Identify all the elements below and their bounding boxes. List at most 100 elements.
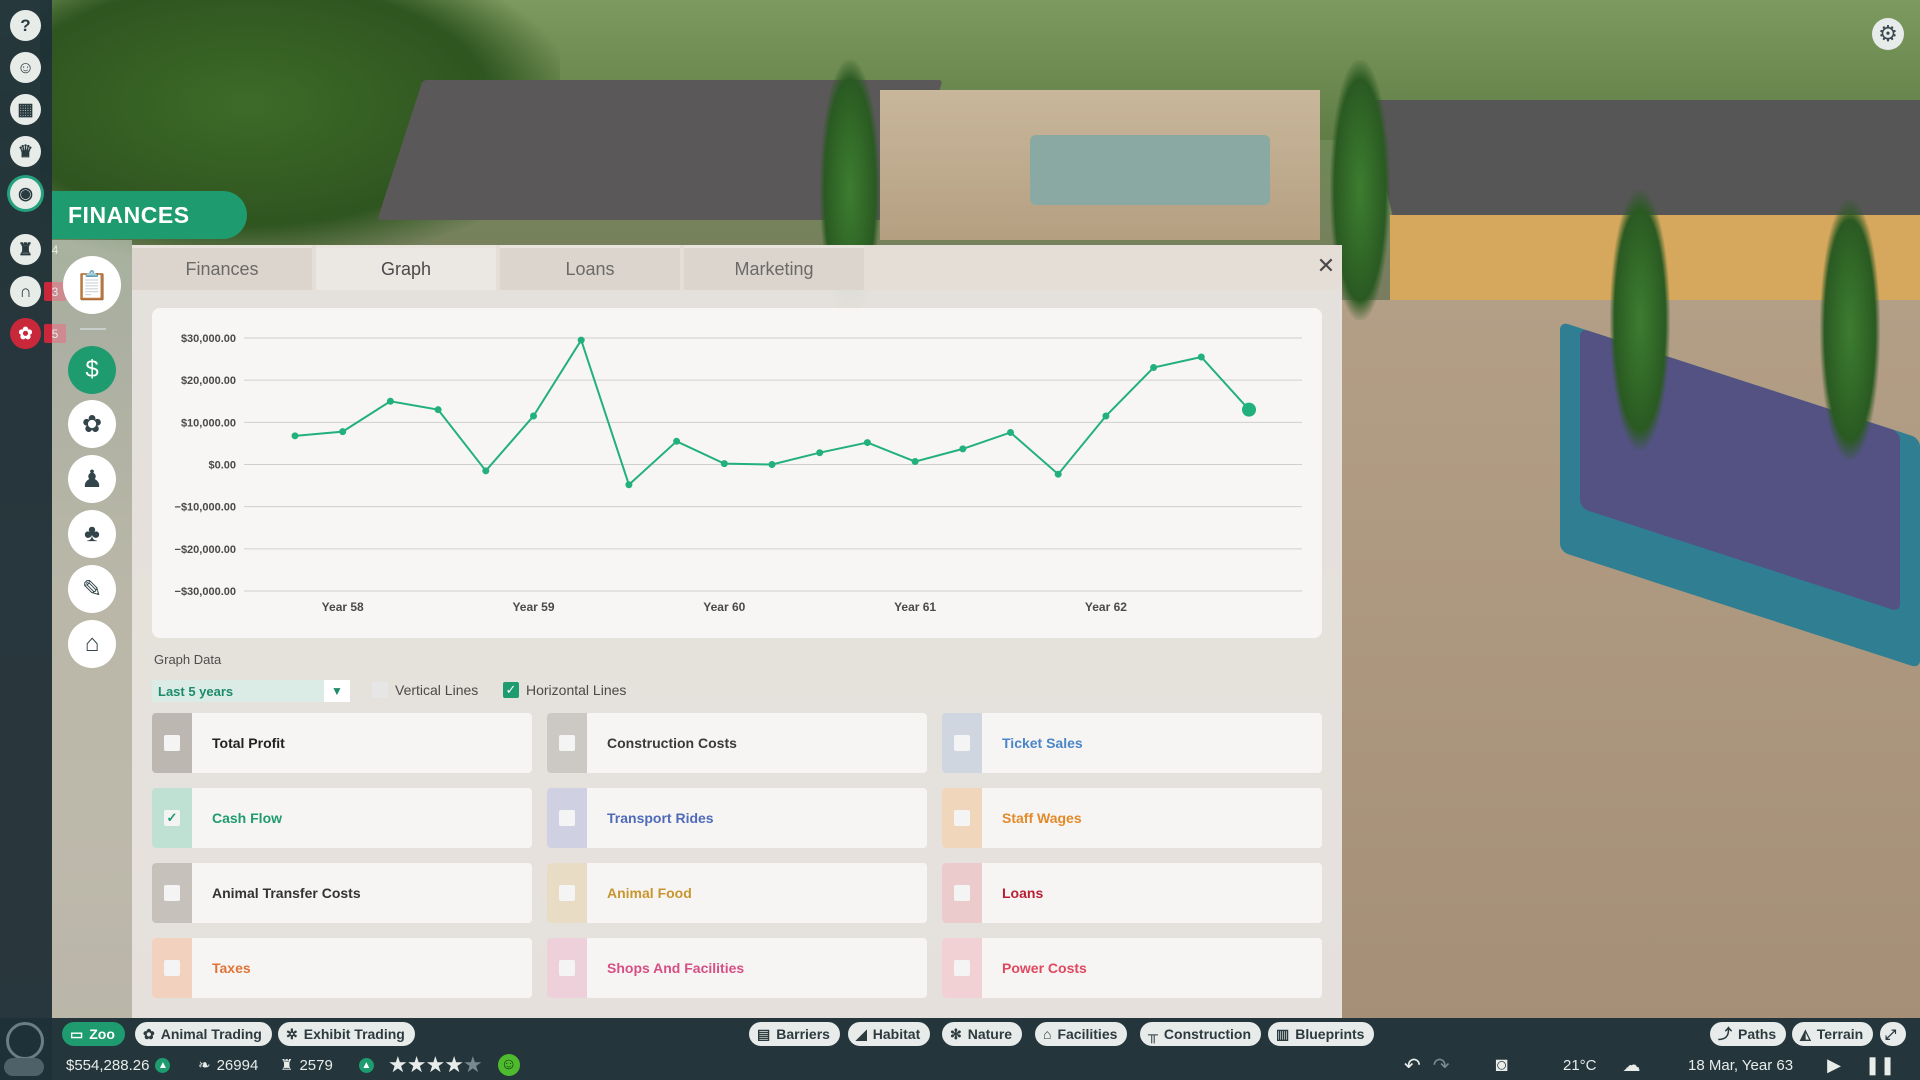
- animals-paw-icon[interactable]: ✿: [68, 400, 116, 448]
- camera-toggle[interactable]: [4, 1058, 44, 1076]
- data-point[interactable]: [577, 336, 585, 344]
- zoo-rating[interactable]: ★★★★★ ☺: [388, 1052, 520, 1077]
- play-icon[interactable]: ▶: [1827, 1055, 1841, 1076]
- expand-icon[interactable]: ⤢: [1880, 1022, 1906, 1046]
- dataset-option[interactable]: Construction Costs: [547, 713, 927, 773]
- paw-alert-icon[interactable]: ✿: [10, 318, 41, 349]
- shop-icon[interactable]: ⌂: [68, 620, 116, 668]
- data-point[interactable]: [816, 449, 824, 457]
- build-tab-terrain[interactable]: ◭ Terrain: [1792, 1022, 1874, 1046]
- dataset-checkbox[interactable]: [547, 863, 587, 923]
- horizontal-lines-checkbox[interactable]: ✓: [503, 682, 519, 698]
- build-tab-habitat[interactable]: ◢ Habitat: [848, 1022, 931, 1046]
- research-icon[interactable]: ♜: [10, 234, 41, 265]
- data-point[interactable]: [1197, 353, 1205, 361]
- build-tab-paths[interactable]: ⤴ Paths: [1710, 1022, 1787, 1046]
- build-tab-nature[interactable]: ✻ Nature: [942, 1022, 1023, 1046]
- data-point[interactable]: [673, 437, 681, 445]
- settings-gear-icon[interactable]: ⚙: [1872, 18, 1904, 50]
- trophy-icon[interactable]: ♛: [10, 136, 41, 167]
- data-point[interactable]: [530, 412, 537, 420]
- undo-icon[interactable]: ↶: [1404, 1053, 1421, 1078]
- data-point[interactable]: [1102, 412, 1110, 420]
- pause-icon[interactable]: ❚❚: [1865, 1055, 1895, 1076]
- data-point[interactable]: [482, 467, 490, 475]
- dataset-option[interactable]: ✓ Cash Flow: [152, 788, 532, 848]
- redo-icon[interactable]: ↷: [1433, 1053, 1450, 1078]
- dataset-checkbox[interactable]: [547, 713, 587, 773]
- build-tab-barriers[interactable]: ▤ Barriers: [749, 1022, 840, 1046]
- zoo-sign-icon: ▭: [70, 1025, 84, 1042]
- help-icon[interactable]: ?: [10, 10, 41, 41]
- dataset-option[interactable]: Loans: [942, 863, 1322, 923]
- tab-graph[interactable]: Graph: [316, 245, 496, 290]
- data-point[interactable]: [959, 445, 967, 453]
- maintenance-icon[interactable]: ✎: [68, 565, 116, 613]
- data-point[interactable]: [911, 458, 919, 466]
- dataset-checkbox[interactable]: [547, 938, 587, 998]
- horizontal-lines-option[interactable]: ✓ Horizontal Lines: [503, 682, 626, 698]
- dataset-checkbox[interactable]: [942, 863, 982, 923]
- date-value: 18 Mar, Year 63: [1688, 1056, 1794, 1074]
- happiness-smiley-icon[interactable]: ☺: [497, 1054, 520, 1076]
- habitat-gate-icon[interactable]: ∩: [10, 276, 41, 307]
- data-point[interactable]: [1054, 470, 1062, 478]
- staff-icon[interactable]: ♟: [68, 455, 116, 503]
- camera-dial-icon[interactable]: [6, 1022, 44, 1060]
- tab-finances[interactable]: Finances: [132, 245, 312, 290]
- data-point[interactable]: [1007, 428, 1014, 436]
- build-tab-label: Nature: [967, 1026, 1013, 1042]
- dataset-checkbox[interactable]: [152, 863, 192, 923]
- dataset-option[interactable]: Staff Wages: [942, 788, 1322, 848]
- calendar-icon[interactable]: ▦: [10, 94, 41, 125]
- species-icon[interactable]: ♣: [68, 510, 116, 558]
- dataset-option[interactable]: Shops And Facilities: [547, 938, 927, 998]
- dataset-label: Taxes: [212, 960, 251, 976]
- time-range-dropdown[interactable]: Last 5 years ▼: [152, 680, 350, 702]
- dataset-checkbox[interactable]: [152, 938, 192, 998]
- dataset-option[interactable]: Transport Rides: [547, 788, 927, 848]
- finances-icon[interactable]: $: [68, 346, 116, 394]
- bottom-tab-zoo[interactable]: ▭ Zoo: [62, 1022, 125, 1046]
- dataset-option[interactable]: Animal Transfer Costs: [152, 863, 532, 923]
- build-tab-facilities[interactable]: ⌂ Facilities: [1035, 1022, 1128, 1046]
- dataset-option[interactable]: Power Costs: [942, 938, 1322, 998]
- clipboard-icon[interactable]: 📋: [63, 256, 121, 314]
- terrain-icon: ◭: [1800, 1025, 1811, 1042]
- zookeeper-icon[interactable]: ☺: [10, 52, 41, 83]
- dataset-label: Cash Flow: [212, 810, 283, 826]
- chevron-down-icon[interactable]: ▼: [324, 680, 350, 702]
- data-point[interactable]: [386, 397, 394, 405]
- data-point[interactable]: [1242, 402, 1256, 417]
- data-point[interactable]: [291, 432, 299, 440]
- dataset-checkbox[interactable]: [547, 788, 587, 848]
- tab-marketing[interactable]: Marketing: [684, 245, 864, 290]
- dataset-checkbox[interactable]: [942, 938, 982, 998]
- dataset-option[interactable]: Ticket Sales: [942, 713, 1322, 773]
- data-point[interactable]: [863, 439, 871, 447]
- dataset-checkbox[interactable]: [942, 713, 982, 773]
- dataset-option[interactable]: Animal Food: [547, 863, 927, 923]
- data-point[interactable]: [720, 460, 728, 468]
- bottom-tab-exhibit-trading[interactable]: ✲ Exhibit Trading: [278, 1022, 415, 1046]
- close-icon[interactable]: ✕: [1314, 253, 1338, 278]
- checkbox-box: [954, 885, 970, 901]
- build-tab-construction[interactable]: ╥ Construction: [1140, 1022, 1262, 1046]
- dataset-option[interactable]: Taxes: [152, 938, 532, 998]
- bottom-tab-animal-trading[interactable]: ✿ Animal Trading: [135, 1022, 272, 1046]
- dataset-checkbox[interactable]: [152, 713, 192, 773]
- dataset-option[interactable]: Total Profit: [152, 713, 532, 773]
- vertical-lines-checkbox[interactable]: [372, 682, 388, 698]
- data-point[interactable]: [625, 481, 633, 489]
- data-point[interactable]: [339, 428, 347, 436]
- data-point[interactable]: [768, 461, 776, 468]
- data-point[interactable]: [1150, 364, 1158, 372]
- data-point[interactable]: [434, 406, 442, 414]
- record-icon[interactable]: ◙: [1496, 1054, 1508, 1077]
- view-eye-icon[interactable]: ◉: [10, 178, 41, 209]
- tab-loans[interactable]: Loans: [500, 245, 680, 290]
- dataset-checkbox[interactable]: [942, 788, 982, 848]
- vertical-lines-option[interactable]: Vertical Lines: [372, 682, 478, 698]
- dataset-checkbox[interactable]: ✓: [152, 788, 192, 848]
- build-tab-blueprints[interactable]: ▥ Blueprints: [1268, 1022, 1375, 1046]
